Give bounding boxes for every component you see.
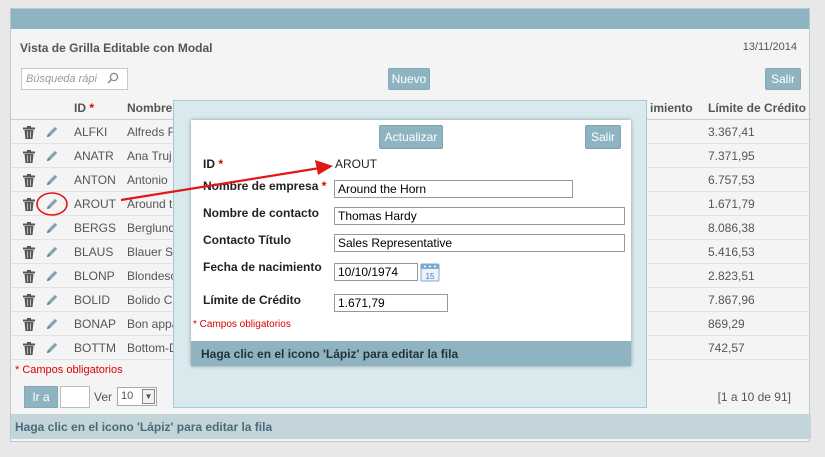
modal-exit-button[interactable]: Salir	[585, 125, 621, 149]
row-id: BOLID	[74, 293, 111, 307]
required-mark: *	[321, 179, 327, 193]
row-id: AROUT	[74, 197, 116, 211]
panel-top-bar	[11, 9, 809, 29]
trash-icon[interactable]	[23, 222, 35, 235]
trash-icon[interactable]	[23, 126, 35, 139]
row-credit-limit: 1.671,79	[708, 197, 755, 211]
pencil-icon[interactable]	[45, 269, 59, 283]
contact-name-label: Nombre de contacto	[203, 206, 320, 220]
search-icon[interactable]	[107, 72, 119, 84]
row-id: BOTTM	[74, 341, 116, 355]
new-button[interactable]: Nuevo	[388, 68, 430, 90]
trash-icon[interactable]	[23, 270, 35, 283]
exit-button[interactable]: Salir	[765, 68, 801, 90]
modal-required-note: * Campos obligatorios	[193, 319, 291, 330]
trash-icon[interactable]	[23, 318, 35, 331]
row-id: BONAP	[74, 317, 117, 331]
required-fields-note: * Campos obligatorios	[15, 364, 123, 376]
row-company-name: Alfreds F	[127, 125, 173, 139]
required-mark: *	[218, 157, 224, 171]
page-number-input[interactable]	[60, 386, 90, 408]
trash-icon[interactable]	[23, 150, 35, 163]
row-credit-limit: 742,57	[708, 341, 745, 355]
row-credit-limit: 5.416,53	[708, 245, 755, 259]
record-range: [1 a 10 de 91]	[717, 390, 791, 404]
column-header-id-label: ID	[74, 101, 86, 115]
column-header-credit-limit[interactable]: Límite de Crédito	[708, 97, 806, 119]
pencil-icon[interactable]	[45, 125, 59, 139]
id-label-text: ID	[203, 157, 215, 171]
chevron-down-icon[interactable]: ▼	[142, 389, 155, 404]
pencil-icon[interactable]	[45, 197, 59, 211]
goto-page-button[interactable]: Ir a	[24, 386, 58, 408]
trash-icon[interactable]	[23, 342, 35, 355]
modal-footer-hint: Haga clic en el icono 'Lápiz' para edita…	[191, 341, 631, 366]
id-label: ID *	[203, 157, 223, 171]
row-credit-limit: 7.371,95	[708, 149, 755, 163]
column-header-id[interactable]: ID *	[74, 97, 94, 119]
contact-title-field[interactable]: Sales Representative	[334, 234, 625, 252]
contact-name-field[interactable]: Thomas Hardy	[334, 207, 625, 225]
row-credit-limit: 8.086,38	[708, 221, 755, 235]
row-company-name: Ana Truj	[127, 149, 172, 163]
calendar-icon[interactable]: 15	[420, 262, 440, 282]
trash-icon[interactable]	[23, 174, 35, 187]
birth-date-label: Fecha de nacimiento	[203, 260, 322, 274]
pencil-icon[interactable]	[45, 173, 59, 187]
row-company-name: Antonio	[127, 173, 168, 187]
row-id: ANATR	[74, 149, 114, 163]
row-company-name: Around t	[127, 197, 173, 211]
update-button[interactable]: Actualizar	[379, 125, 443, 149]
company-name-label-text: Nombre de empresa	[203, 179, 319, 193]
credit-limit-label: Límite de Crédito	[203, 293, 302, 307]
company-name-field[interactable]: Around the Horn	[334, 180, 573, 198]
edit-modal: Actualizar Salir ID * AROUT Nombre de em…	[191, 120, 631, 366]
id-value: AROUT	[335, 157, 377, 171]
row-company-name: Bolido C	[127, 293, 173, 307]
grid-footer-hint: Haga clic en el icono 'Lápiz' para edita…	[11, 414, 811, 439]
trash-icon[interactable]	[23, 198, 35, 211]
contact-title-label: Contacto Título	[203, 233, 291, 247]
pencil-icon[interactable]	[45, 245, 59, 259]
row-credit-limit: 6.757,53	[708, 173, 755, 187]
row-company-name: Bon appa	[127, 317, 173, 331]
birth-date-field[interactable]: 10/10/1974	[334, 263, 418, 281]
rows-per-page-value: 10	[121, 390, 134, 402]
trash-icon[interactable]	[23, 246, 35, 259]
pencil-icon[interactable]	[45, 293, 59, 307]
row-id: ANTON	[74, 173, 116, 187]
row-id: BLONP	[74, 269, 115, 283]
row-credit-limit: 869,29	[708, 317, 745, 331]
view-label: Ver	[94, 390, 113, 404]
column-header-birth-date[interactable]: imiento	[650, 97, 693, 119]
pencil-icon[interactable]	[45, 149, 59, 163]
row-id: BLAUS	[74, 245, 114, 259]
pencil-icon[interactable]	[45, 317, 59, 331]
pencil-icon[interactable]	[45, 341, 59, 355]
row-company-name: Blondesc	[127, 269, 173, 283]
required-mark: *	[89, 101, 95, 115]
row-id: ALFKI	[74, 125, 108, 139]
calendar-day: 15	[426, 272, 435, 281]
row-id: BERGS	[74, 221, 117, 235]
rows-per-page-select[interactable]: 10 ▼	[117, 387, 157, 406]
company-name-label: Nombre de empresa *	[203, 179, 326, 193]
row-company-name: Blauer S	[127, 245, 173, 259]
row-credit-limit: 7.867,96	[708, 293, 755, 307]
row-company-name: Berglund	[127, 221, 173, 235]
trash-icon[interactable]	[23, 294, 35, 307]
column-header-name[interactable]: Nombre	[127, 97, 172, 119]
credit-limit-field[interactable]: 1.671,79	[334, 294, 448, 312]
row-credit-limit: 2.823,51	[708, 269, 755, 283]
page-title: Vista de Grilla Editable con Modal	[20, 41, 213, 55]
row-company-name: Bottom-D	[127, 341, 173, 355]
pencil-icon[interactable]	[45, 221, 59, 235]
row-credit-limit: 3.367,41	[708, 125, 755, 139]
current-date: 13/11/2014	[742, 41, 797, 53]
